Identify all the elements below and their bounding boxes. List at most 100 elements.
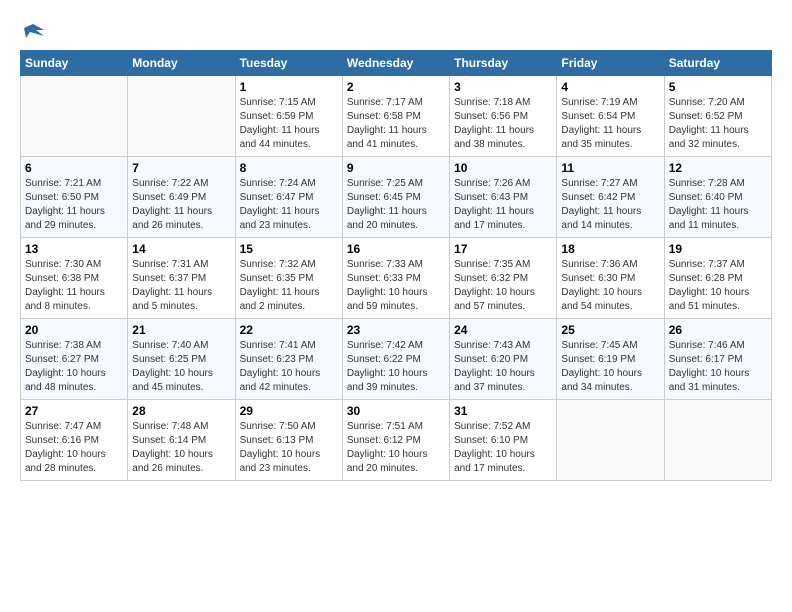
- calendar-header-friday: Friday: [557, 51, 664, 76]
- day-info: Sunrise: 7:42 AM Sunset: 6:22 PM Dayligh…: [347, 339, 445, 395]
- calendar-header-saturday: Saturday: [664, 51, 771, 76]
- calendar-cell: 26 Sunrise: 7:46 AM Sunset: 6:17 PM Dayli…: [664, 319, 771, 400]
- day-number: 18: [561, 242, 659, 256]
- day-info: Sunrise: 7:26 AM Sunset: 6:43 PM Dayligh…: [454, 177, 552, 233]
- day-info: Sunrise: 7:31 AM Sunset: 6:37 PM Dayligh…: [132, 258, 230, 314]
- calendar-cell: 16 Sunrise: 7:33 AM Sunset: 6:33 PM Dayli…: [342, 238, 449, 319]
- day-info: Sunrise: 7:50 AM Sunset: 6:13 PM Dayligh…: [240, 420, 338, 476]
- calendar-cell: [557, 400, 664, 481]
- day-info: Sunrise: 7:19 AM Sunset: 6:54 PM Dayligh…: [561, 96, 659, 152]
- day-info: Sunrise: 7:32 AM Sunset: 6:35 PM Dayligh…: [240, 258, 338, 314]
- calendar-cell: 8 Sunrise: 7:24 AM Sunset: 6:47 PM Daylig…: [235, 157, 342, 238]
- day-number: 9: [347, 161, 445, 175]
- day-number: 17: [454, 242, 552, 256]
- day-number: 11: [561, 161, 659, 175]
- calendar-cell: 1 Sunrise: 7:15 AM Sunset: 6:59 PM Daylig…: [235, 76, 342, 157]
- day-number: 25: [561, 323, 659, 337]
- calendar-cell: 5Sunrise: 7:20 AM Sunset: 6:52 PM Daylig…: [664, 76, 771, 157]
- calendar-cell: [664, 400, 771, 481]
- day-number: 15: [240, 242, 338, 256]
- day-number: 14: [132, 242, 230, 256]
- calendar-cell: 7 Sunrise: 7:22 AM Sunset: 6:49 PM Daylig…: [128, 157, 235, 238]
- day-number: 10: [454, 161, 552, 175]
- calendar-cell: 21 Sunrise: 7:40 AM Sunset: 6:25 PM Dayli…: [128, 319, 235, 400]
- day-info: Sunrise: 7:51 AM Sunset: 6:12 PM Dayligh…: [347, 420, 445, 476]
- day-number: 24: [454, 323, 552, 337]
- day-info: Sunrise: 7:15 AM Sunset: 6:59 PM Dayligh…: [240, 96, 338, 152]
- day-info: Sunrise: 7:38 AM Sunset: 6:27 PM Dayligh…: [25, 339, 123, 395]
- header: [20, 20, 772, 42]
- calendar-week-row: 13 Sunrise: 7:30 AM Sunset: 6:38 PM Dayli…: [21, 238, 772, 319]
- day-number: 21: [132, 323, 230, 337]
- calendar-cell: 10 Sunrise: 7:26 AM Sunset: 6:43 PM Dayli…: [450, 157, 557, 238]
- day-info: Sunrise: 7:40 AM Sunset: 6:25 PM Dayligh…: [132, 339, 230, 395]
- calendar-cell: 20 Sunrise: 7:38 AM Sunset: 6:27 PM Dayli…: [21, 319, 128, 400]
- day-number: 16: [347, 242, 445, 256]
- calendar-header-wednesday: Wednesday: [342, 51, 449, 76]
- day-info: Sunrise: 7:43 AM Sunset: 6:20 PM Dayligh…: [454, 339, 552, 395]
- calendar-week-row: 1 Sunrise: 7:15 AM Sunset: 6:59 PM Daylig…: [21, 76, 772, 157]
- calendar-cell: 6 Sunrise: 7:21 AM Sunset: 6:50 PM Daylig…: [21, 157, 128, 238]
- calendar-cell: 3Sunrise: 7:18 AM Sunset: 6:56 PM Daylig…: [450, 76, 557, 157]
- day-info: Sunrise: 7:45 AM Sunset: 6:19 PM Dayligh…: [561, 339, 659, 395]
- calendar-cell: 27 Sunrise: 7:47 AM Sunset: 6:16 PM Dayli…: [21, 400, 128, 481]
- day-info: Sunrise: 7:35 AM Sunset: 6:32 PM Dayligh…: [454, 258, 552, 314]
- day-number: 31: [454, 404, 552, 418]
- day-number: 13: [25, 242, 123, 256]
- calendar-header-tuesday: Tuesday: [235, 51, 342, 76]
- day-info: Sunrise: 7:46 AM Sunset: 6:17 PM Dayligh…: [669, 339, 767, 395]
- calendar-cell: 29 Sunrise: 7:50 AM Sunset: 6:13 PM Dayli…: [235, 400, 342, 481]
- day-info: Sunrise: 7:24 AM Sunset: 6:47 PM Dayligh…: [240, 177, 338, 233]
- day-info: Sunrise: 7:36 AM Sunset: 6:30 PM Dayligh…: [561, 258, 659, 314]
- day-info: Sunrise: 7:47 AM Sunset: 6:16 PM Dayligh…: [25, 420, 123, 476]
- calendar-cell: 17 Sunrise: 7:35 AM Sunset: 6:32 PM Dayli…: [450, 238, 557, 319]
- calendar-cell: 13 Sunrise: 7:30 AM Sunset: 6:38 PM Dayli…: [21, 238, 128, 319]
- day-number: 26: [669, 323, 767, 337]
- day-info: Sunrise: 7:41 AM Sunset: 6:23 PM Dayligh…: [240, 339, 338, 395]
- calendar-cell: 15 Sunrise: 7:32 AM Sunset: 6:35 PM Dayli…: [235, 238, 342, 319]
- calendar-table: SundayMondayTuesdayWednesdayThursdayFrid…: [20, 50, 772, 481]
- day-number: 27: [25, 404, 123, 418]
- day-number: 23: [347, 323, 445, 337]
- calendar-week-row: 20 Sunrise: 7:38 AM Sunset: 6:27 PM Dayli…: [21, 319, 772, 400]
- day-number: 22: [240, 323, 338, 337]
- day-number: 29: [240, 404, 338, 418]
- day-info: Sunrise: 7:48 AM Sunset: 6:14 PM Dayligh…: [132, 420, 230, 476]
- day-info: Sunrise: 7:21 AM Sunset: 6:50 PM Dayligh…: [25, 177, 123, 233]
- calendar-cell: 4Sunrise: 7:19 AM Sunset: 6:54 PM Daylig…: [557, 76, 664, 157]
- day-info: Sunrise: 7:30 AM Sunset: 6:38 PM Dayligh…: [25, 258, 123, 314]
- calendar-header-row: SundayMondayTuesdayWednesdayThursdayFrid…: [21, 51, 772, 76]
- day-info: Sunrise: 7:28 AM Sunset: 6:40 PM Dayligh…: [669, 177, 767, 233]
- day-number: 7: [132, 161, 230, 175]
- logo: [20, 20, 44, 42]
- calendar-header-monday: Monday: [128, 51, 235, 76]
- day-info: Sunrise: 7:22 AM Sunset: 6:49 PM Dayligh…: [132, 177, 230, 233]
- logo-bird-icon: [22, 20, 44, 42]
- calendar-cell: 2 Sunrise: 7:17 AM Sunset: 6:58 PM Daylig…: [342, 76, 449, 157]
- calendar-cell: [128, 76, 235, 157]
- calendar-cell: 11 Sunrise: 7:27 AM Sunset: 6:42 PM Dayli…: [557, 157, 664, 238]
- day-number: 20: [25, 323, 123, 337]
- day-info: Sunrise: 7:52 AM Sunset: 6:10 PM Dayligh…: [454, 420, 552, 476]
- calendar-cell: 9 Sunrise: 7:25 AM Sunset: 6:45 PM Daylig…: [342, 157, 449, 238]
- calendar-header-thursday: Thursday: [450, 51, 557, 76]
- calendar-cell: 24 Sunrise: 7:43 AM Sunset: 6:20 PM Dayli…: [450, 319, 557, 400]
- day-info: Sunrise: 7:27 AM Sunset: 6:42 PM Dayligh…: [561, 177, 659, 233]
- day-number: 12: [669, 161, 767, 175]
- day-number: 3: [454, 80, 552, 94]
- calendar-header-sunday: Sunday: [21, 51, 128, 76]
- calendar-week-row: 27 Sunrise: 7:47 AM Sunset: 6:16 PM Dayli…: [21, 400, 772, 481]
- calendar-cell: 14 Sunrise: 7:31 AM Sunset: 6:37 PM Dayli…: [128, 238, 235, 319]
- day-number: 8: [240, 161, 338, 175]
- day-number: 28: [132, 404, 230, 418]
- day-number: 2: [347, 80, 445, 94]
- day-number: 6: [25, 161, 123, 175]
- day-info: Sunrise: 7:17 AM Sunset: 6:58 PM Dayligh…: [347, 96, 445, 152]
- calendar-cell: 18 Sunrise: 7:36 AM Sunset: 6:30 PM Dayli…: [557, 238, 664, 319]
- day-number: 1: [240, 80, 338, 94]
- day-info: Sunrise: 7:25 AM Sunset: 6:45 PM Dayligh…: [347, 177, 445, 233]
- day-info: Sunrise: 7:20 AM Sunset: 6:52 PM Dayligh…: [669, 96, 767, 152]
- day-number: 19: [669, 242, 767, 256]
- day-info: Sunrise: 7:33 AM Sunset: 6:33 PM Dayligh…: [347, 258, 445, 314]
- calendar-cell: 22 Sunrise: 7:41 AM Sunset: 6:23 PM Dayli…: [235, 319, 342, 400]
